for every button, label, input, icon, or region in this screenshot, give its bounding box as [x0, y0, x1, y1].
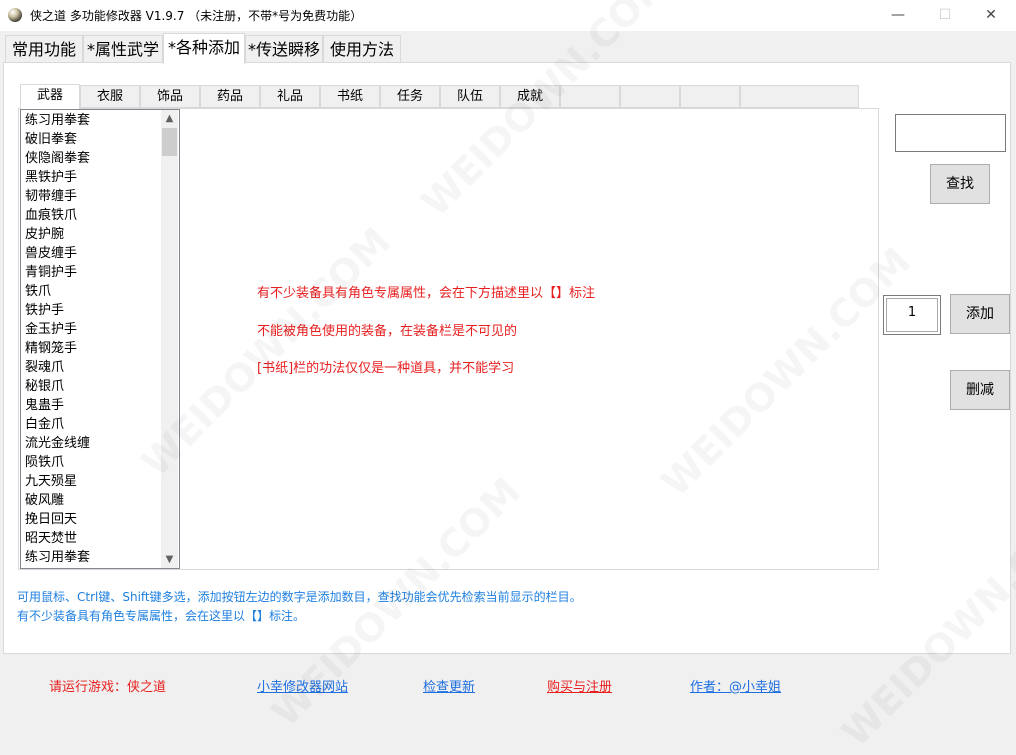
buy-register-link[interactable]: 购买与注册: [547, 676, 612, 695]
find-button[interactable]: 查找: [930, 164, 990, 204]
author-link[interactable]: 作者：@小幸姐: [690, 676, 781, 695]
scroll-up-icon[interactable]: ▲: [161, 110, 178, 127]
list-item[interactable]: 铁爪: [25, 282, 51, 301]
list-item[interactable]: 陨铁爪: [25, 453, 64, 472]
game-status: 请运行游戏：侠之道: [49, 680, 167, 695]
tab-teleport[interactable]: *传送瞬移: [245, 35, 323, 63]
minimize-button[interactable]: —: [875, 0, 921, 31]
tab-accessories[interactable]: 饰品: [140, 85, 200, 108]
tab-gifts[interactable]: 礼品: [260, 85, 320, 108]
info-text: 可用鼠标、Ctrl键、Shift键多选，添加按钮左边的数字是添加数目，查找功能会…: [17, 590, 582, 604]
list-item[interactable]: 韧带缠手: [25, 187, 77, 206]
tab-common[interactable]: 常用功能: [5, 35, 83, 63]
search-input[interactable]: [895, 114, 1006, 152]
list-item[interactable]: 铁护手: [25, 301, 64, 320]
hint-text: [书纸]栏的功法仅仅是一种道具，并不能学习: [257, 361, 515, 376]
list-item[interactable]: 练习用拳套: [25, 111, 90, 130]
list-item[interactable]: 挽日回天: [25, 510, 77, 529]
list-item[interactable]: 金玉护手: [25, 320, 77, 339]
tab-empty[interactable]: [680, 85, 740, 108]
list-item[interactable]: 青铜护手: [25, 263, 77, 282]
app-logo-icon: [8, 8, 22, 22]
tab-attributes[interactable]: *属性武学: [83, 35, 163, 63]
tab-usage[interactable]: 使用方法: [323, 35, 401, 63]
list-item[interactable]: 皮护腕: [25, 225, 64, 244]
window-title: 侠之道 多功能修改器 V1.9.7 （未注册，不带*号为免费功能）: [30, 9, 363, 23]
list-item[interactable]: 流光金线缠: [25, 434, 90, 453]
close-button[interactable]: ✕: [968, 0, 1014, 31]
title-bar: 侠之道 多功能修改器 V1.9.7 （未注册，不带*号为免费功能） — ☐ ✕: [0, 0, 1016, 31]
tab-medicine[interactable]: 药品: [200, 85, 260, 108]
list-item[interactable]: 破风雕: [25, 491, 64, 510]
list-item[interactable]: 破旧拳套: [25, 130, 77, 149]
hint-text: 不能被角色使用的装备，在装备栏是不可见的: [257, 324, 518, 339]
info-text: 有不少装备具有角色专属属性，会在这里以【】标注。: [17, 609, 306, 623]
list-item[interactable]: 秘银爪: [25, 377, 64, 396]
delete-button[interactable]: 删减: [950, 370, 1010, 410]
tab-empty[interactable]: [560, 85, 620, 108]
scroll-thumb[interactable]: [162, 128, 177, 156]
tab-books[interactable]: 书纸: [320, 85, 380, 108]
list-item[interactable]: 兽皮缠手: [25, 244, 77, 263]
list-item[interactable]: 白金爪: [25, 415, 64, 434]
add-button[interactable]: 添加: [950, 294, 1010, 334]
list-item[interactable]: 精钢笼手: [25, 339, 77, 358]
scroll-down-icon[interactable]: ▼: [161, 551, 178, 568]
tab-weapons[interactable]: 武器: [20, 84, 80, 109]
tab-add-items[interactable]: *各种添加: [163, 33, 245, 64]
list-scrollbar[interactable]: ▲ ▼: [161, 110, 178, 568]
divider: [3, 653, 1011, 654]
hint-text: 有不少装备具有角色专属属性，会在下方描述里以【】标注: [257, 286, 596, 301]
list-item[interactable]: 昭天焚世: [25, 529, 77, 548]
item-list[interactable]: 练习用拳套 破旧拳套 侠隐阁拳套 黑铁护手 韧带缠手 血痕铁爪 皮护腕 兽皮缠手…: [20, 109, 180, 569]
list-item[interactable]: 鬼蛊手: [25, 396, 64, 415]
list-item[interactable]: 九天殒星: [25, 472, 77, 491]
list-item[interactable]: 侠隐阁拳套: [25, 149, 90, 168]
tab-clothes[interactable]: 衣服: [80, 85, 140, 108]
tab-achievements[interactable]: 成就: [500, 85, 560, 108]
list-item[interactable]: 血痕铁爪: [25, 206, 77, 225]
list-item[interactable]: 裂魂爪: [25, 358, 64, 377]
tab-empty[interactable]: [740, 85, 859, 108]
tab-quests[interactable]: 任务: [380, 85, 440, 108]
list-item[interactable]: 黑铁护手: [25, 168, 77, 187]
tab-empty[interactable]: [620, 85, 680, 108]
website-link[interactable]: 小幸修改器网站: [257, 676, 348, 695]
list-item[interactable]: 练习用拳套: [25, 548, 90, 567]
check-update-link[interactable]: 检查更新: [423, 676, 475, 695]
tab-party[interactable]: 队伍: [440, 85, 500, 108]
maximize-button[interactable]: ☐: [922, 0, 968, 31]
quantity-field[interactable]: 1: [883, 295, 941, 335]
quantity-value[interactable]: 1: [886, 298, 938, 332]
